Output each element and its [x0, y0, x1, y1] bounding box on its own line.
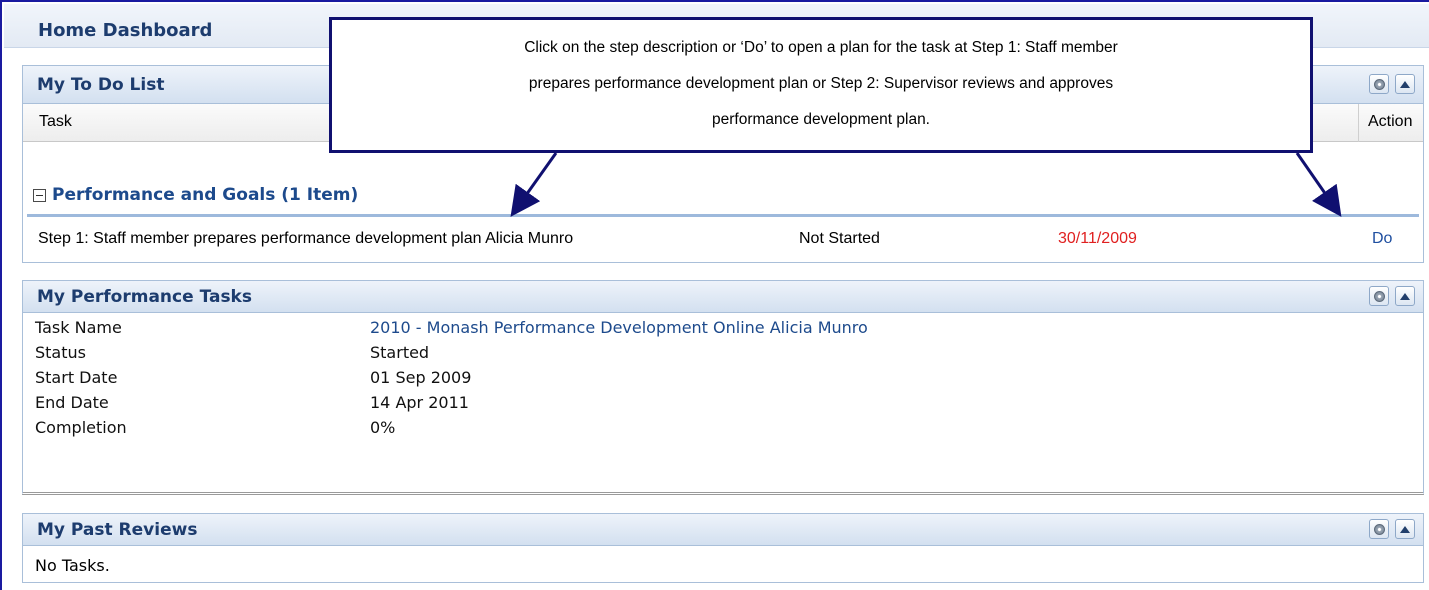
info-value: 14 Apr 2011 — [370, 393, 469, 412]
past-reviews-panel-title: My Past Reviews — [37, 520, 198, 540]
minus-box-icon[interactable] — [33, 188, 46, 202]
todo-settings-button[interactable] — [1369, 74, 1389, 94]
info-value: 0% — [370, 418, 396, 437]
past-reviews-collapse-button[interactable] — [1395, 519, 1415, 539]
group-divider — [27, 214, 1419, 217]
info-row-completion: Completion 0% — [23, 415, 1423, 440]
instruction-callout: Click on the step description or ‘Do’ to… — [329, 17, 1313, 153]
performance-panel-header: My Performance Tasks — [23, 281, 1423, 313]
todo-collapse-button[interactable] — [1395, 74, 1415, 94]
table-row: Step 1: Staff member prepares performanc… — [23, 218, 1423, 258]
info-label: Start Date — [35, 368, 118, 387]
info-row-task-name: Task Name 2010 - Monash Performance Deve… — [23, 315, 1423, 340]
gear-icon — [1373, 290, 1385, 302]
todo-panel-title: My To Do List — [37, 75, 165, 95]
gear-icon — [1373, 78, 1385, 90]
info-value: Started — [370, 343, 430, 362]
past-reviews-panel-header: My Past Reviews — [23, 514, 1423, 546]
group-label: Performance and Goals (1 Item) — [52, 185, 359, 205]
info-row-start-date: Start Date 01 Sep 2009 — [23, 365, 1423, 390]
task-description-link[interactable]: Step 1: Staff member prepares performanc… — [38, 230, 573, 248]
empty-message: No Tasks. — [35, 556, 110, 575]
gear-icon — [1373, 523, 1385, 535]
collapse-up-icon — [1400, 525, 1410, 533]
performance-tasks-panel: My Performance Tasks Task Name 2010 - Mo… — [22, 280, 1424, 495]
do-action-link[interactable]: Do — [1372, 230, 1392, 248]
callout-line: prepares performance development plan or… — [528, 75, 1114, 92]
info-label: End Date — [35, 393, 109, 412]
info-label: Status — [35, 343, 86, 362]
task-due-date: 30/11/2009 — [1058, 230, 1137, 247]
task-status: Not Started — [799, 230, 880, 247]
info-value: 01 Sep 2009 — [370, 368, 472, 387]
column-task[interactable]: Task — [39, 113, 72, 131]
column-action[interactable]: Action — [1368, 113, 1412, 131]
group-performance-goals[interactable]: Performance and Goals (1 Item) — [33, 185, 358, 205]
collapse-up-icon — [1400, 80, 1410, 88]
callout-line: Click on the step description or ‘Do’ to… — [524, 39, 1118, 56]
callout-line: performance development plan. — [712, 111, 930, 128]
past-reviews-panel: My Past Reviews No Tasks. — [22, 513, 1424, 583]
past-reviews-settings-button[interactable] — [1369, 519, 1389, 539]
collapse-up-icon — [1400, 292, 1410, 300]
performance-collapse-button[interactable] — [1395, 286, 1415, 306]
info-label: Task Name — [35, 318, 122, 337]
info-row-status: Status Started — [23, 340, 1423, 365]
task-name-link[interactable]: 2010 - Monash Performance Development On… — [370, 318, 868, 337]
info-label: Completion — [35, 418, 127, 437]
column-divider — [1358, 104, 1359, 142]
info-row-end-date: End Date 14 Apr 2011 — [23, 390, 1423, 415]
performance-settings-button[interactable] — [1369, 286, 1389, 306]
page-title: Home Dashboard — [38, 20, 213, 41]
performance-panel-title: My Performance Tasks — [37, 287, 252, 307]
